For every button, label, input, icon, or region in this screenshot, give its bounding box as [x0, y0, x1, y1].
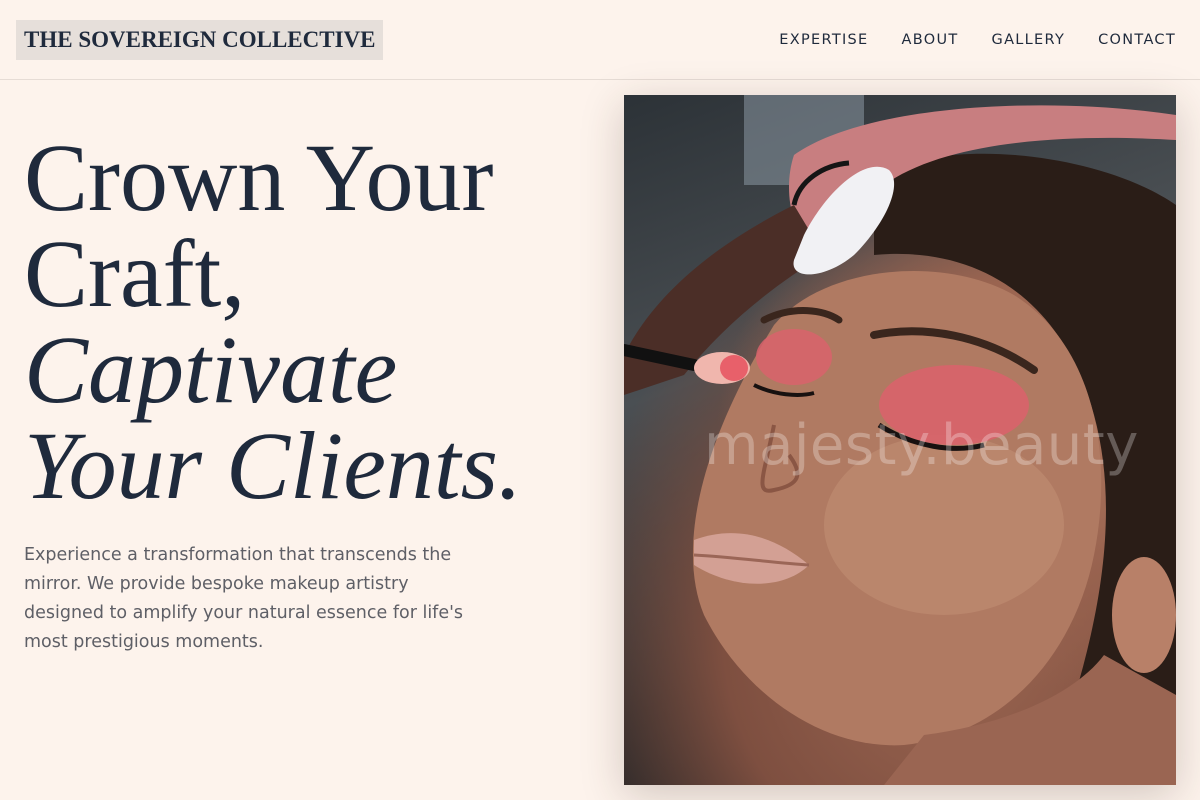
brand-logo[interactable]: THE SOVEREIGN COLLECTIVE	[16, 20, 384, 60]
image-watermark: majesty.beauty	[704, 413, 1139, 478]
hero-title-line-4: Your Clients.	[24, 412, 522, 519]
hero-title-line-1: Crown Your	[24, 124, 494, 231]
hero-image: majesty.beauty	[624, 95, 1176, 785]
hero-title: Crown Your Craft, Captivate Your Clients…	[24, 130, 522, 514]
nav-link-about[interactable]: ABOUT	[902, 30, 959, 50]
nav-link-expertise[interactable]: EXPERTISE	[779, 30, 868, 50]
nav-link-contact[interactable]: CONTACT	[1098, 30, 1176, 50]
hero-title-line-2: Craft,	[24, 220, 246, 327]
nav-link-gallery[interactable]: GALLERY	[992, 30, 1066, 50]
main-nav: EXPERTISE ABOUT GALLERY CONTACT	[779, 30, 1176, 50]
hero-title-line-3: Captivate	[24, 316, 398, 423]
site-header: THE SOVEREIGN COLLECTIVE EXPERTISE ABOUT…	[0, 0, 1200, 80]
hero-description: Experience a transformation that transce…	[24, 545, 464, 652]
